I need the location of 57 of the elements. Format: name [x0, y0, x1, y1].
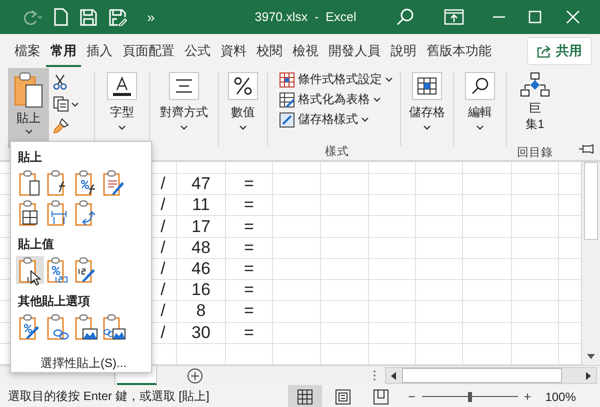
more-commands-button[interactable]: » [147, 9, 155, 25]
table-cell: = [244, 216, 254, 237]
ribbon-menu-button[interactable]: 儲存格樣式 [279, 111, 369, 128]
table-cell: 46 [192, 258, 210, 279]
table-cell: / [160, 301, 166, 322]
ribbon-tab[interactable]: 說明 [386, 36, 421, 66]
table-cell: = [244, 258, 254, 279]
share-button[interactable]: 共用 [527, 37, 592, 65]
editing-button[interactable]: 編輯 [459, 68, 501, 130]
table-cell: 48 [192, 238, 210, 258]
table-cell: / [160, 280, 166, 300]
ribbon-menu-button[interactable]: 條件式格式設定 [279, 71, 393, 88]
table-cell: / [160, 322, 166, 343]
ribbon-tab[interactable]: 公式 [180, 36, 215, 66]
table-cell: = [244, 322, 254, 343]
section-heading: 貼上值 [16, 236, 55, 253]
table-cell: = [244, 280, 254, 300]
status-message: 選取目的後按 Enter 鍵，或選取 [貼上] [8, 388, 210, 405]
table-cell: 11 [192, 195, 210, 216]
macro-button[interactable]: 巨集1 [520, 72, 550, 132]
table-cell: 47 [192, 174, 210, 194]
cells-button[interactable]: 儲存格 [406, 68, 448, 130]
table-cell: / [160, 174, 166, 194]
table-cell: = [244, 195, 254, 216]
zoom-out-button[interactable]: − [408, 389, 416, 404]
table-cell: 8 [196, 301, 206, 322]
window-title: 3970.xlsx - Excel [254, 10, 356, 24]
table-cell: 17 [192, 216, 210, 237]
ribbon-tab[interactable]: 檢視 [288, 36, 323, 66]
table-cell: = [244, 301, 254, 322]
table-cell: / [160, 258, 166, 279]
group-label: 樣式 [325, 144, 349, 159]
table-cell: = [244, 238, 254, 258]
paste-button[interactable]: 貼上 [8, 68, 49, 148]
paste-special-link[interactable]: 選擇性貼上(S)... [40, 355, 126, 372]
table-cell: 30 [192, 322, 210, 343]
ribbon-tab[interactable]: 舊版本功能 [422, 36, 496, 66]
ribbon-tab[interactable]: 檔案 [10, 36, 45, 66]
section-heading: 貼上 [16, 149, 43, 166]
section-heading: 其他貼上選項 [17, 293, 91, 310]
table-cell: = [244, 174, 254, 194]
font-button[interactable]: 字型 [100, 68, 144, 130]
table-cell: / [160, 216, 166, 237]
number-button[interactable]: 數值 [224, 68, 262, 130]
zoom-in-button[interactable]: + [524, 389, 532, 404]
ribbon-tab[interactable]: 插入 [82, 36, 117, 66]
table-cell: / [160, 195, 166, 216]
ribbon-tab[interactable]: 開發人員 [324, 36, 385, 66]
group-label: 回目錄 [517, 146, 553, 160]
zoom-level: 100% [545, 390, 576, 404]
alignment-button[interactable]: 對齊方式 [155, 68, 213, 130]
ribbon-tab[interactable]: 頁面配置 [118, 36, 179, 66]
table-cell: 16 [192, 280, 210, 300]
ribbon-tab[interactable]: 資料 [216, 36, 251, 66]
table-cell: / [160, 238, 166, 258]
ribbon-tab[interactable]: 校閱 [252, 36, 287, 66]
ribbon-menu-button[interactable]: 格式化為表格 [279, 91, 381, 108]
